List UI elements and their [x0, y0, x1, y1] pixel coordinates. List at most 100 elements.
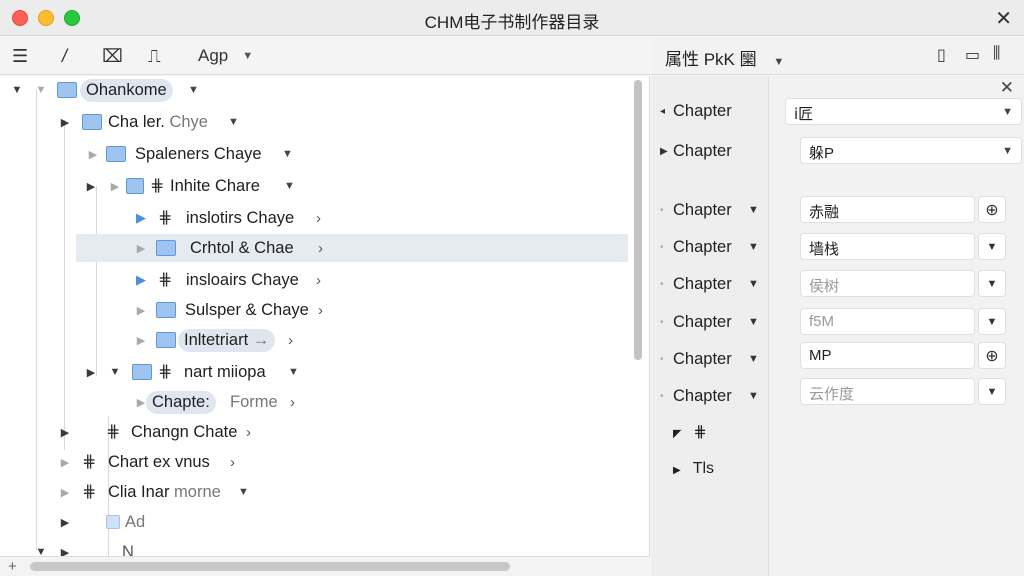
tree-node[interactable]: ▶ ⋕ Clia Inar morne ▼ — [0, 478, 630, 506]
properties-dropdown[interactable]: 属性 PkK 圞 ▼ — [665, 45, 784, 70]
property-row[interactable]: • Chapter ▼ — [651, 382, 769, 410]
chevron-down-icon[interactable]: ▼ — [748, 316, 759, 328]
chevron-down-icon[interactable]: ▼ — [238, 486, 249, 498]
tree-node[interactable]: ▶ Ad — [0, 508, 630, 536]
chevron-right-icon[interactable]: › — [290, 394, 295, 411]
tree-node[interactable]: ▶ ⋕ Changn Chate › — [0, 418, 630, 446]
collapse-arrow-icon[interactable]: ▶ — [134, 272, 148, 288]
chevron-down-icon[interactable]: ▼ — [288, 366, 299, 378]
horizontal-scrollbar[interactable]: + — [0, 556, 650, 576]
property-select[interactable]: 躲P ▼ — [800, 137, 1022, 164]
collapse-arrow-icon[interactable]: ▶ — [134, 242, 148, 255]
collapse-arrow-icon[interactable]: ▶ — [673, 465, 681, 476]
expand-arrow-icon[interactable]: ▼ — [34, 84, 48, 96]
expand-arrow-icon[interactable]: ▼ — [34, 546, 48, 556]
chevron-down-icon[interactable]: ▼ — [188, 84, 199, 96]
collapse-arrow-icon[interactable]: ▶ — [58, 456, 72, 469]
chevron-right-icon[interactable]: › — [230, 454, 235, 471]
chevron-down-icon[interactable]: ▼ — [978, 270, 1006, 297]
close-icon[interactable]: ✕ — [1000, 78, 1014, 98]
split-icon[interactable]: ⎍ — [148, 43, 161, 69]
property-row[interactable]: • Chapter ▼ — [651, 345, 769, 373]
property-field[interactable]: f5M — [800, 308, 975, 335]
property-row[interactable]: • Chapter ▼ — [651, 308, 769, 336]
collapse-arrow-icon[interactable]: ▶ — [86, 148, 100, 161]
collapse-arrow-icon[interactable]: ▶ — [58, 116, 72, 129]
collapse-arrow-icon[interactable]: ▶ — [58, 426, 72, 439]
chevron-down-icon[interactable]: ▼ — [748, 390, 759, 402]
vertical-scrollbar[interactable] — [634, 80, 642, 360]
pin-icon[interactable]: ⊕ — [978, 196, 1006, 223]
columns-icon[interactable]: ⫼ — [993, 45, 1000, 63]
property-row[interactable]: • Chapter ▼ — [651, 270, 769, 298]
tree-node-selected[interactable]: ▶ Crhtol & Chae › — [76, 234, 628, 262]
property-row[interactable]: • Chapter ▼ — [651, 233, 769, 261]
sub-item[interactable]: ▶ Tls — [673, 460, 714, 478]
tree-node[interactable]: ▶ ⋕ inslotirs Chaye › — [0, 204, 630, 232]
property-field[interactable]: 云作度 — [800, 378, 975, 405]
tree-node[interactable]: ▶ Sulsper & Chaye › — [0, 296, 630, 324]
property-row[interactable]: ◂ Chapter — [651, 97, 769, 125]
collapse-arrow-icon[interactable]: ▶ — [134, 334, 148, 347]
collapse-arrow-icon[interactable]: ▶ — [58, 486, 72, 499]
property-row[interactable]: • Chapter ▼ — [651, 196, 769, 224]
chevron-down-icon[interactable]: ▼ — [748, 278, 759, 290]
property-field[interactable]: 侯树 — [800, 270, 975, 297]
tree-node[interactable]: ▶ ▼ ⋕ nart miiopa ▼ — [0, 358, 630, 386]
chevron-right-icon[interactable]: › — [316, 210, 321, 227]
tree-node[interactable]: ▶ Cha ler. Chye ▼ — [0, 108, 630, 136]
expand-arrow-icon[interactable]: ▼ — [10, 84, 24, 96]
scrollbar-thumb[interactable] — [30, 562, 510, 571]
tree-node[interactable]: ▶ Inltetriart → › — [0, 326, 630, 354]
chevron-down-icon[interactable]: ▼ — [748, 353, 759, 365]
tree-node-root[interactable]: ▼ ▼ Ohankome ▼ — [0, 76, 630, 104]
chevron-down-icon[interactable]: ▼ — [978, 308, 1006, 335]
chevron-right-icon[interactable]: › — [246, 424, 251, 441]
tree-node[interactable]: ▶ Chapte: Forme › — [0, 388, 630, 416]
property-field[interactable]: MP — [800, 342, 975, 369]
property-row[interactable]: ▶ Chapter — [651, 137, 769, 165]
property-select[interactable]: ⅰ匠 ▼ — [785, 98, 1022, 125]
collapse-arrow-icon[interactable]: ▶ — [134, 210, 148, 226]
collapse-arrow-icon[interactable]: ▶ — [134, 304, 148, 317]
close-icon[interactable]: ✕ — [995, 6, 1012, 31]
chevron-down-icon[interactable]: ▼ — [748, 204, 759, 216]
tree-node[interactable]: ▶ Spaleners Chaye ▼ — [0, 140, 630, 168]
chevron-right-icon[interactable]: › — [318, 240, 323, 257]
collapse-arrow-icon[interactable]: ▶ — [84, 180, 98, 193]
chevron-down-icon[interactable]: ▼ — [978, 378, 1006, 405]
collapse-arrow-icon[interactable]: ◂ — [660, 106, 665, 117]
expand-arrow-icon[interactable]: ◤ — [673, 428, 681, 440]
chevron-down-icon[interactable]: ▼ — [284, 180, 295, 192]
tree-node[interactable]: ▶ ⋕ insloairs Chaye › — [0, 266, 630, 294]
property-field[interactable]: 赤融 — [800, 196, 975, 223]
find-replace-icon[interactable]: ⌧ — [102, 43, 123, 69]
window-icon[interactable]: ▭ — [965, 45, 980, 65]
chevron-down-icon[interactable]: ▼ — [978, 233, 1006, 260]
tree-node[interactable]: ▶ ▶ ⋕ Inhite Chare ▼ — [0, 172, 630, 200]
chevron-right-icon[interactable]: › — [316, 272, 321, 289]
chevron-right-icon[interactable]: › — [318, 302, 323, 319]
add-icon[interactable]: + — [8, 558, 17, 575]
collapse-arrow-icon[interactable]: ▶ — [84, 366, 98, 379]
sub-item[interactable]: ◤ ⋕ — [673, 422, 707, 442]
language-dropdown[interactable]: Agp ▼ — [198, 43, 253, 69]
chevron-down-icon: ▼ — [1002, 106, 1013, 118]
page-icon[interactable]: ▯ — [937, 45, 946, 65]
tree-node[interactable]: ▼ ▶ N — [0, 538, 630, 557]
italic-icon[interactable]: / — [62, 43, 67, 69]
tree-node[interactable]: ▶ ⋕ Chart ex vnus › — [0, 448, 630, 476]
property-field[interactable]: 墙栈 — [800, 233, 975, 260]
collapse-arrow-icon[interactable]: ▶ — [58, 516, 72, 529]
chevron-down-icon[interactable]: ▼ — [282, 148, 293, 160]
chevron-down-icon[interactable]: ▼ — [748, 241, 759, 253]
chapter-tree[interactable]: ▼ ▼ Ohankome ▼ ▶ Cha ler. Chye ▼ ▶ Spale… — [0, 76, 650, 556]
expand-arrow-icon[interactable]: ▶ — [660, 146, 668, 157]
expand-arrow-icon[interactable]: ▼ — [108, 366, 122, 378]
collapse-arrow-icon[interactable]: ▶ — [58, 546, 72, 557]
chevron-down-icon[interactable]: ▼ — [228, 116, 239, 128]
chevron-right-icon[interactable]: › — [288, 332, 293, 349]
hamburger-icon[interactable]: ☰ — [12, 43, 28, 69]
pin-icon[interactable]: ⊕ — [978, 342, 1006, 369]
collapse-arrow-icon[interactable]: ▶ — [108, 180, 122, 193]
